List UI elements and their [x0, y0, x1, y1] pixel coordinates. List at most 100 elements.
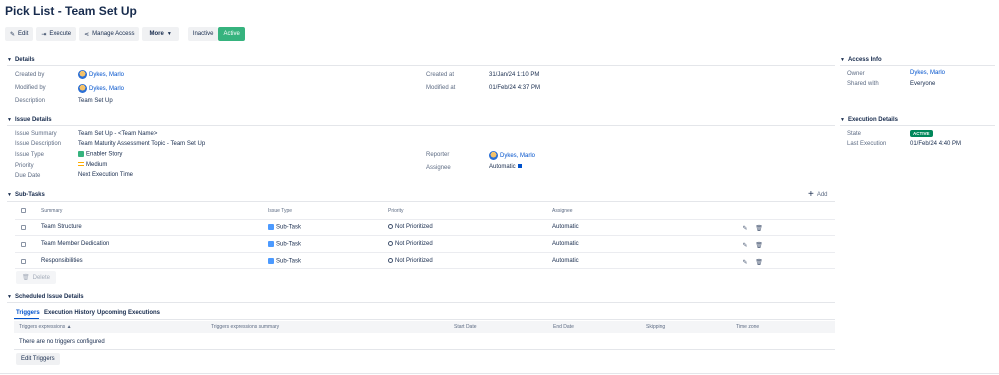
due-date-value: Next Execution Time	[78, 172, 134, 178]
execution-details-section-toggle[interactable]: ▼ Execution Details	[840, 117, 898, 123]
subtask-icon	[268, 241, 274, 247]
priority-medium-icon	[78, 162, 84, 167]
reporter-link[interactable]: Dykes, Marlo	[500, 153, 535, 159]
access-info-section-toggle[interactable]: ▼ Access Info	[840, 57, 882, 63]
delete-label: Delete	[32, 274, 50, 281]
subtask-type: Sub-Task	[268, 224, 301, 231]
subtask-type-text: Sub-Task	[276, 224, 302, 231]
divider	[840, 125, 995, 126]
divider	[840, 65, 995, 66]
chevron-down-icon: ▼	[166, 31, 172, 37]
add-subtask-button[interactable]: + Add	[808, 189, 828, 200]
column-start-date: Start Date	[454, 324, 477, 330]
edit-row-button[interactable]: ✎	[740, 240, 750, 250]
select-all-checkbox[interactable]	[21, 208, 26, 213]
tab-execution-history[interactable]: Execution History	[44, 310, 95, 316]
chevron-down-icon: ▼	[7, 117, 12, 123]
priority-value: Medium	[78, 162, 107, 168]
edit-row-button[interactable]: ✎	[740, 257, 750, 267]
manage-access-label: Manage Access	[92, 31, 135, 37]
delete-row-button[interactable]: 🗑	[754, 223, 764, 233]
scheduled-section-toggle[interactable]: ▼ Scheduled Issue Details	[7, 294, 84, 300]
chevron-down-icon: ▼	[7, 294, 12, 300]
details-section-toggle[interactable]: ▼ Details	[7, 57, 35, 63]
pencil-icon: ✎	[10, 31, 16, 38]
owner-label: Owner	[847, 71, 865, 77]
edit-triggers-button[interactable]: Edit Triggers	[16, 353, 60, 365]
pencil-icon: ✎	[742, 225, 748, 232]
tab-upcoming-executions[interactable]: Upcoming Executions	[97, 310, 160, 316]
column-triggers-expressions[interactable]: Triggers expressions ▲	[19, 324, 72, 330]
reporter-user[interactable]: Dykes, Marlo	[489, 151, 535, 160]
issue-details-section-toggle[interactable]: ▼ Issue Details	[7, 117, 52, 123]
delete-row-button[interactable]: 🗑	[754, 240, 764, 250]
owner-link[interactable]: Dykes, Marlo	[910, 70, 945, 76]
issue-summary-value: Team Set Up - <Team Name>	[78, 131, 158, 137]
chevron-down-icon: ▼	[840, 57, 845, 63]
modified-by-label: Modified by	[15, 85, 46, 91]
created-by-link[interactable]: Dykes, Marlo	[89, 72, 124, 78]
created-at-label: Created at	[426, 72, 455, 78]
story-icon	[78, 151, 84, 157]
modified-by-user[interactable]: Dykes, Marlo	[78, 84, 124, 93]
issue-type-label: Issue Type	[15, 152, 44, 158]
inactive-button[interactable]: Inactive	[187, 27, 219, 41]
edit-label: Edit	[18, 31, 29, 37]
more-dropdown[interactable]: More ▼	[142, 27, 179, 41]
details-heading: Details	[14, 57, 35, 63]
edit-button[interactable]: ✎ Edit	[5, 27, 34, 41]
subtask-summary[interactable]: Responsibilities	[41, 258, 83, 264]
execute-button[interactable]: ⇥ Execute	[36, 27, 77, 41]
edit-triggers-label: Edit Triggers	[21, 356, 55, 362]
delete-row-button[interactable]: 🗑	[754, 257, 764, 267]
subtask-assignee: Automatic	[552, 258, 579, 264]
last-execution-value: 01/Feb/24 4:40 PM	[910, 141, 962, 147]
subtasks-section-toggle[interactable]: ▼ Sub-Tasks	[7, 192, 45, 198]
state-label: State	[847, 131, 862, 137]
trash-icon: 🗑	[22, 275, 30, 281]
plus-icon: +	[808, 189, 814, 200]
subtask-icon	[268, 224, 274, 230]
row-checkbox[interactable]	[21, 259, 26, 264]
trash-icon: 🗑	[755, 242, 763, 249]
divider	[7, 125, 835, 126]
trash-icon: 🗑	[755, 225, 763, 232]
divider	[7, 302, 835, 303]
subtask-priority: Not Prioritized	[388, 241, 433, 247]
scheduled-heading: Scheduled Issue Details	[14, 294, 84, 300]
divider	[15, 235, 835, 236]
subtask-priority: Not Prioritized	[388, 224, 433, 230]
active-button[interactable]: Active	[218, 27, 245, 41]
row-checkbox[interactable]	[21, 242, 26, 247]
modified-by-link[interactable]: Dykes, Marlo	[89, 86, 124, 92]
avatar	[78, 70, 87, 79]
subtask-summary[interactable]: Team Structure	[41, 224, 82, 230]
modified-at-value: 01/Feb/24 4:37 PM	[489, 85, 541, 91]
subtask-type: Sub-Task	[268, 241, 301, 248]
chevron-down-icon: ▼	[840, 117, 845, 123]
tab-triggers[interactable]: Triggers	[16, 310, 40, 316]
description-value: Team Set Up	[78, 98, 113, 104]
assignee-label: Assignee	[426, 165, 451, 171]
issue-description-label: Issue Description	[15, 141, 62, 147]
column-end-date: End Date	[553, 324, 574, 330]
created-at-value: 31/Jan/24 1:10 PM	[489, 72, 540, 78]
issue-type-value: Enabler Story	[78, 151, 122, 158]
row-checkbox[interactable]	[21, 225, 26, 230]
created-by-user[interactable]: Dykes, Marlo	[78, 70, 124, 79]
manage-access-button[interactable]: ⋖ Manage Access	[79, 27, 140, 41]
not-prioritized-icon	[388, 241, 393, 246]
execution-details-heading: Execution Details	[847, 117, 898, 123]
assignee-text: Automatic	[489, 164, 516, 170]
chevron-down-icon: ▼	[7, 57, 12, 63]
delete-button[interactable]: 🗑 Delete	[16, 271, 56, 284]
state-badge-wrap: ACTIVE	[910, 130, 933, 137]
triggers-table-header	[14, 321, 835, 333]
add-label: Add	[816, 192, 828, 198]
inactive-label: Inactive	[192, 31, 214, 37]
divider	[14, 349, 835, 350]
edit-row-button[interactable]: ✎	[740, 223, 750, 233]
divider	[7, 201, 835, 202]
issue-details-heading: Issue Details	[14, 117, 52, 123]
subtask-summary[interactable]: Team Member Dedication	[41, 241, 109, 247]
